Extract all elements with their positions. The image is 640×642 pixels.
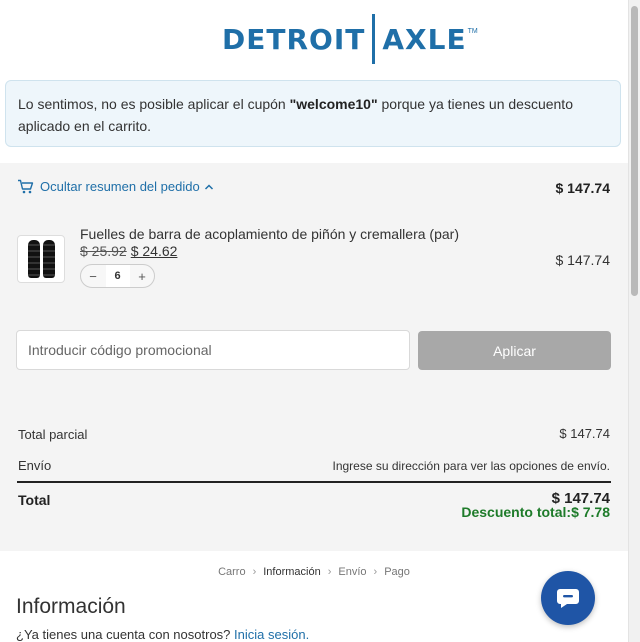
logo-divider <box>372 14 376 64</box>
apply-promo-button[interactable]: Aplicar <box>418 331 611 370</box>
login-prompt: ¿Ya tienes una cuenta con nosotros? Inic… <box>16 627 309 642</box>
product-title: Fuelles de barra de acoplamiento de piñó… <box>80 226 459 242</box>
breadcrumb-information: Información <box>263 566 321 578</box>
shipping-value: Ingrese su dirección para ver las opcion… <box>332 459 611 473</box>
product-boot <box>27 240 40 278</box>
product-line-total: $ 147.74 <box>555 252 611 268</box>
product-prices: $ 25.92 $ 24.62 <box>80 243 177 259</box>
order-summary: Ocultar resumen del pedido $ 147.74 Fuel… <box>0 163 628 551</box>
product-new-price: $ 24.62 <box>130 243 178 259</box>
information-heading: Información <box>16 595 126 618</box>
breadcrumb: Carro › Información › Envío › Pago <box>0 566 628 578</box>
checkout-page: DETROIT AXLE TM Lo sentimos, no es posib… <box>0 0 628 642</box>
quantity-decrease-button[interactable]: − <box>81 265 105 287</box>
page-scrollbar[interactable] <box>628 0 640 642</box>
chat-button[interactable] <box>541 571 595 625</box>
quantity-stepper: − 6 + <box>80 264 155 288</box>
product-boot <box>42 240 55 278</box>
logo-word-axle: AXLE <box>382 22 467 56</box>
shipping-label: Envío <box>18 458 52 473</box>
chevron-right-icon: › <box>252 566 257 578</box>
total-label: Total <box>18 492 51 508</box>
header: DETROIT AXLE TM <box>0 0 628 78</box>
breadcrumb-cart[interactable]: Carro <box>218 566 246 578</box>
subtotal-label: Total parcial <box>18 427 88 442</box>
detroit-axle-logo[interactable]: DETROIT AXLE TM <box>222 14 478 64</box>
subtotal-value: $ 147.74 <box>559 426 610 441</box>
chevron-right-icon: › <box>327 566 332 578</box>
quantity-increase-button[interactable]: + <box>130 265 154 287</box>
logo-word-detroit: DETROIT <box>222 22 366 56</box>
chevron-right-icon: › <box>373 566 378 578</box>
notice-coupon-code: "welcome10" <box>289 96 378 112</box>
scrollbar-thumb[interactable] <box>631 6 638 296</box>
chevron-up-icon <box>204 183 213 190</box>
breadcrumb-payment: Pago <box>384 566 410 578</box>
coupon-error-notice: Lo sentimos, no es posible aplicar el cu… <box>5 80 621 147</box>
toggle-order-summary-label: Ocultar resumen del pedido <box>40 179 200 194</box>
cart-icon <box>18 179 34 194</box>
breadcrumb-shipping: Envío <box>338 566 367 578</box>
product-old-price: $ 25.92 <box>80 243 127 259</box>
discount-value: $ 7.78 <box>571 504 610 520</box>
product-image <box>17 235 65 283</box>
toggle-order-summary[interactable]: Ocultar resumen del pedido <box>17 179 220 194</box>
summary-total: $ 147.74 <box>555 180 611 196</box>
notice-text-before: Lo sentimos, no es posible aplicar el cu… <box>18 96 290 112</box>
login-link[interactable]: Inicia sesión. <box>234 627 309 642</box>
quantity-value[interactable]: 6 <box>105 265 130 287</box>
discount-label: Descuento total: <box>461 504 572 520</box>
total-discount: Descuento total:$ 7.78 <box>461 504 610 520</box>
promo-code-input[interactable] <box>16 330 410 370</box>
total-divider <box>17 481 611 483</box>
logo-trademark: TM <box>467 28 478 35</box>
account-question: ¿Ya tienes una cuenta con nosotros? <box>16 627 231 642</box>
chat-icon <box>557 589 579 608</box>
